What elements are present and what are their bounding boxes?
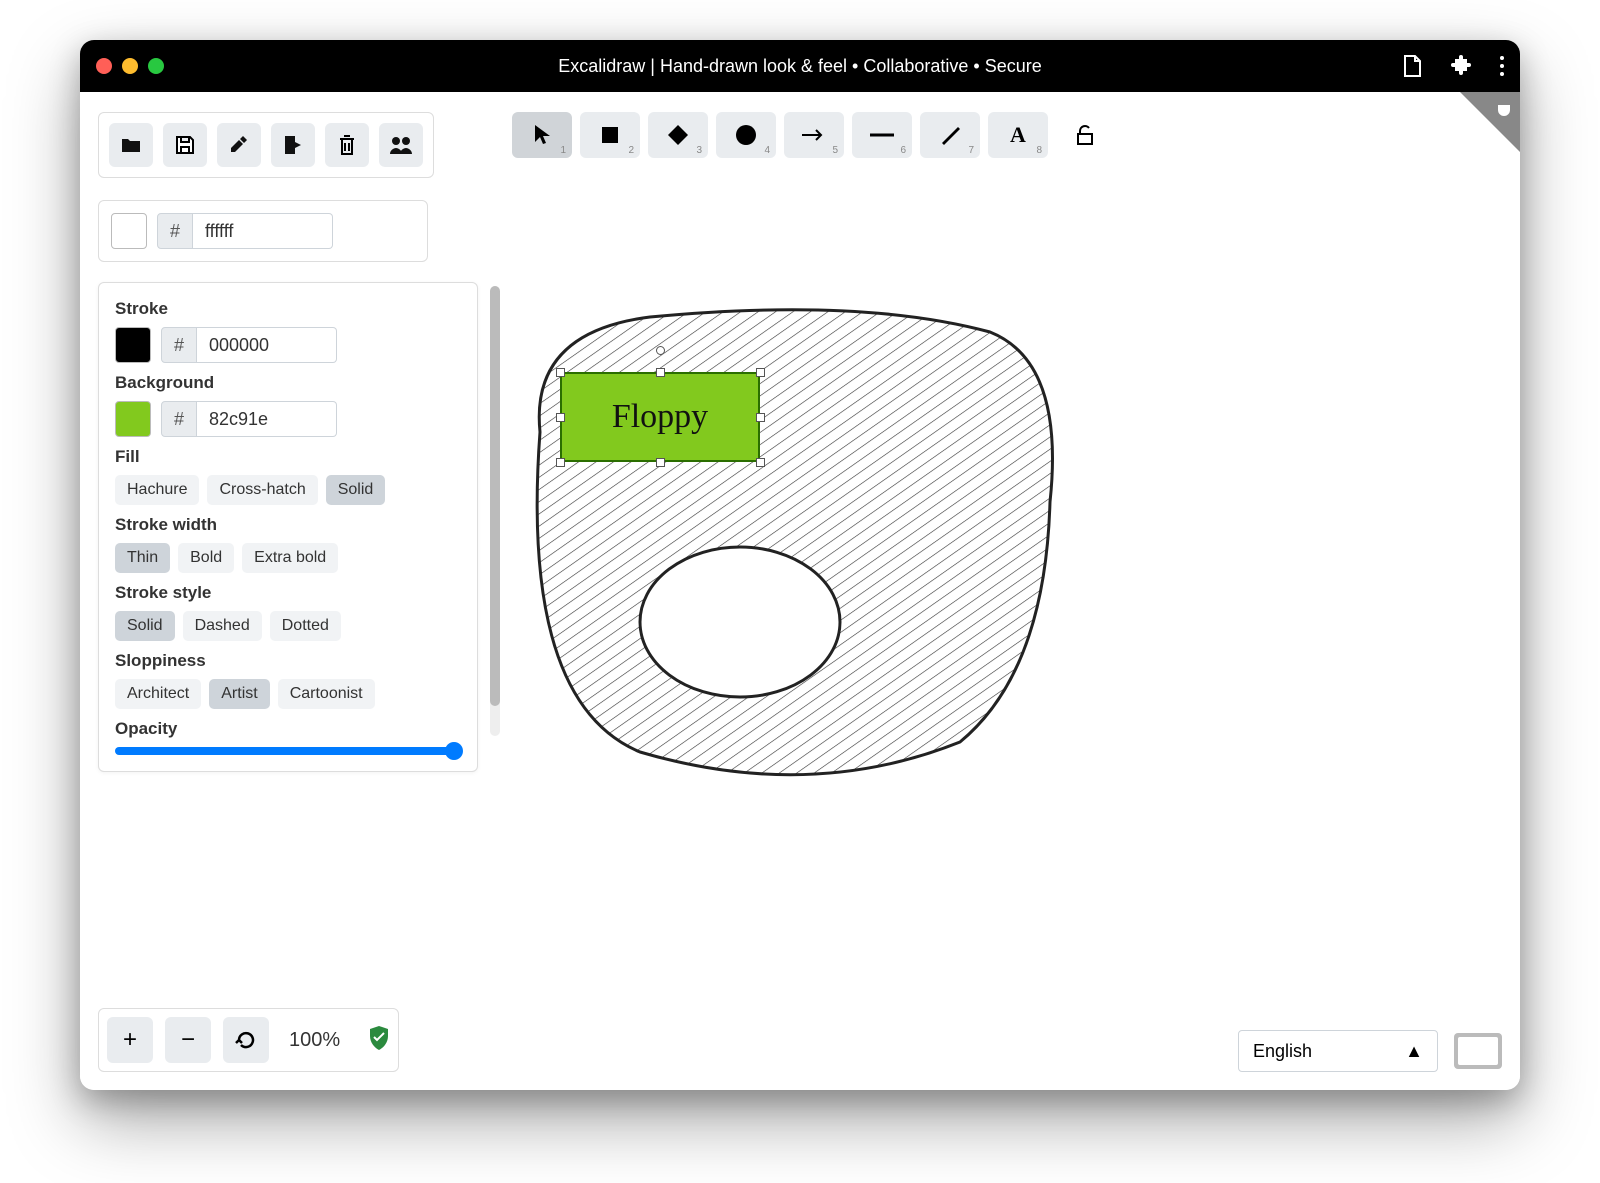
sel-handle-w[interactable] bbox=[556, 413, 565, 422]
title-bar-icons bbox=[1402, 54, 1504, 78]
ss-dashed[interactable]: Dashed bbox=[183, 611, 262, 641]
more-icon[interactable] bbox=[1500, 54, 1504, 78]
panel-scrollbar[interactable] bbox=[490, 286, 500, 736]
shape-toolbar: 1 2 3 4 5 6 7 A8 bbox=[512, 112, 1108, 158]
tool-selection[interactable]: 1 bbox=[512, 112, 572, 158]
file-toolbar bbox=[98, 112, 434, 178]
hash-label: # bbox=[161, 401, 197, 437]
stroke-swatch[interactable] bbox=[115, 327, 151, 363]
fill-options: Hachure Cross-hatch Solid bbox=[115, 475, 461, 505]
sw-extrabold[interactable]: Extra bold bbox=[242, 543, 338, 573]
tool-ellipse[interactable]: 4 bbox=[716, 112, 776, 158]
minimize-window-icon[interactable] bbox=[122, 58, 138, 74]
tool-diamond[interactable]: 3 bbox=[648, 112, 708, 158]
zoom-reset-button[interactable] bbox=[223, 1017, 269, 1063]
background-swatch[interactable] bbox=[115, 401, 151, 437]
fill-hachure[interactable]: Hachure bbox=[115, 475, 199, 505]
tool-text[interactable]: A8 bbox=[988, 112, 1048, 158]
zoom-toolbar: + − 100% bbox=[98, 1008, 399, 1072]
stroke-style-label: Stroke style bbox=[115, 583, 461, 603]
sel-handle-e[interactable] bbox=[756, 413, 765, 422]
open-button[interactable] bbox=[109, 123, 153, 167]
floppy-text: Floppy bbox=[612, 398, 708, 436]
bottom-right-controls: English ▲ bbox=[1238, 1030, 1502, 1072]
canvas-hex-input[interactable] bbox=[193, 213, 333, 249]
canvas-color-box: # bbox=[98, 200, 428, 262]
fill-label: Fill bbox=[115, 447, 461, 467]
ss-solid[interactable]: Solid bbox=[115, 611, 175, 641]
file-icon[interactable] bbox=[1402, 54, 1422, 78]
stroke-width-options: Thin Bold Extra bold bbox=[115, 543, 461, 573]
sel-handle-sw[interactable] bbox=[556, 458, 565, 467]
stroke-hex-input[interactable] bbox=[197, 327, 337, 363]
rotate-handle[interactable] bbox=[656, 346, 665, 355]
language-value: English bbox=[1253, 1041, 1312, 1062]
background-label: Background bbox=[115, 373, 461, 393]
lock-button[interactable] bbox=[1062, 112, 1108, 158]
export-button[interactable] bbox=[271, 123, 315, 167]
sel-handle-n[interactable] bbox=[656, 368, 665, 377]
shield-icon bbox=[368, 1025, 390, 1056]
title-bar: Excalidraw | Hand-drawn look & feel • Co… bbox=[80, 40, 1520, 92]
zoom-out-button[interactable]: − bbox=[165, 1017, 211, 1063]
opacity-slider[interactable] bbox=[115, 747, 461, 755]
language-select[interactable]: English ▲ bbox=[1238, 1030, 1438, 1072]
sloppiness-options: Architect Artist Cartoonist bbox=[115, 679, 461, 709]
property-panel: Stroke # Background # Fill Hachure Cross… bbox=[98, 282, 478, 772]
plug-icon[interactable] bbox=[1494, 98, 1514, 123]
tool-rectangle[interactable]: 2 bbox=[580, 112, 640, 158]
extension-icon[interactable] bbox=[1450, 54, 1472, 78]
ss-dotted[interactable]: Dotted bbox=[270, 611, 341, 641]
sloppiness-label: Sloppiness bbox=[115, 651, 461, 671]
opacity-thumb[interactable] bbox=[445, 742, 463, 760]
background-hex-input[interactable] bbox=[197, 401, 337, 437]
floppy-rect[interactable]: Floppy bbox=[560, 372, 760, 462]
sel-handle-s[interactable] bbox=[656, 458, 665, 467]
fill-solid[interactable]: Solid bbox=[326, 475, 386, 505]
canvas-color-swatch[interactable] bbox=[111, 213, 147, 249]
tool-draw[interactable]: 7 bbox=[920, 112, 980, 158]
stroke-style-options: Solid Dashed Dotted bbox=[115, 611, 461, 641]
app-body: # 1 2 3 4 5 6 7 A8 Stroke # Background bbox=[80, 92, 1520, 1090]
stroke-label: Stroke bbox=[115, 299, 461, 319]
traffic-lights bbox=[96, 58, 164, 74]
sl-cartoonist[interactable]: Cartoonist bbox=[278, 679, 375, 709]
clear-button[interactable] bbox=[217, 123, 261, 167]
sl-artist[interactable]: Artist bbox=[209, 679, 269, 709]
canvas-area[interactable]: Floppy bbox=[510, 302, 1070, 792]
tool-arrow[interactable]: 5 bbox=[784, 112, 844, 158]
collaborate-button[interactable] bbox=[379, 123, 423, 167]
sl-architect[interactable]: Architect bbox=[115, 679, 201, 709]
chevron-up-icon: ▲ bbox=[1405, 1041, 1423, 1062]
sel-handle-se[interactable] bbox=[756, 458, 765, 467]
app-window: Excalidraw | Hand-drawn look & feel • Co… bbox=[80, 40, 1520, 1090]
hash-label: # bbox=[161, 327, 197, 363]
hash-label: # bbox=[157, 213, 193, 249]
sw-thin[interactable]: Thin bbox=[115, 543, 170, 573]
close-window-icon[interactable] bbox=[96, 58, 112, 74]
stroke-width-label: Stroke width bbox=[115, 515, 461, 535]
sel-handle-ne[interactable] bbox=[756, 368, 765, 377]
save-button[interactable] bbox=[163, 123, 207, 167]
trash-button[interactable] bbox=[325, 123, 369, 167]
opacity-label: Opacity bbox=[115, 719, 461, 739]
maximize-window-icon[interactable] bbox=[148, 58, 164, 74]
sel-handle-nw[interactable] bbox=[556, 368, 565, 377]
scrollbar-thumb[interactable] bbox=[490, 286, 500, 706]
keyboard-icon[interactable] bbox=[1454, 1033, 1502, 1069]
zoom-in-button[interactable]: + bbox=[107, 1017, 153, 1063]
window-title: Excalidraw | Hand-drawn look & feel • Co… bbox=[80, 56, 1520, 77]
fill-crosshatch[interactable]: Cross-hatch bbox=[207, 475, 317, 505]
tool-line[interactable]: 6 bbox=[852, 112, 912, 158]
zoom-value: 100% bbox=[289, 1029, 340, 1052]
sw-bold[interactable]: Bold bbox=[178, 543, 234, 573]
